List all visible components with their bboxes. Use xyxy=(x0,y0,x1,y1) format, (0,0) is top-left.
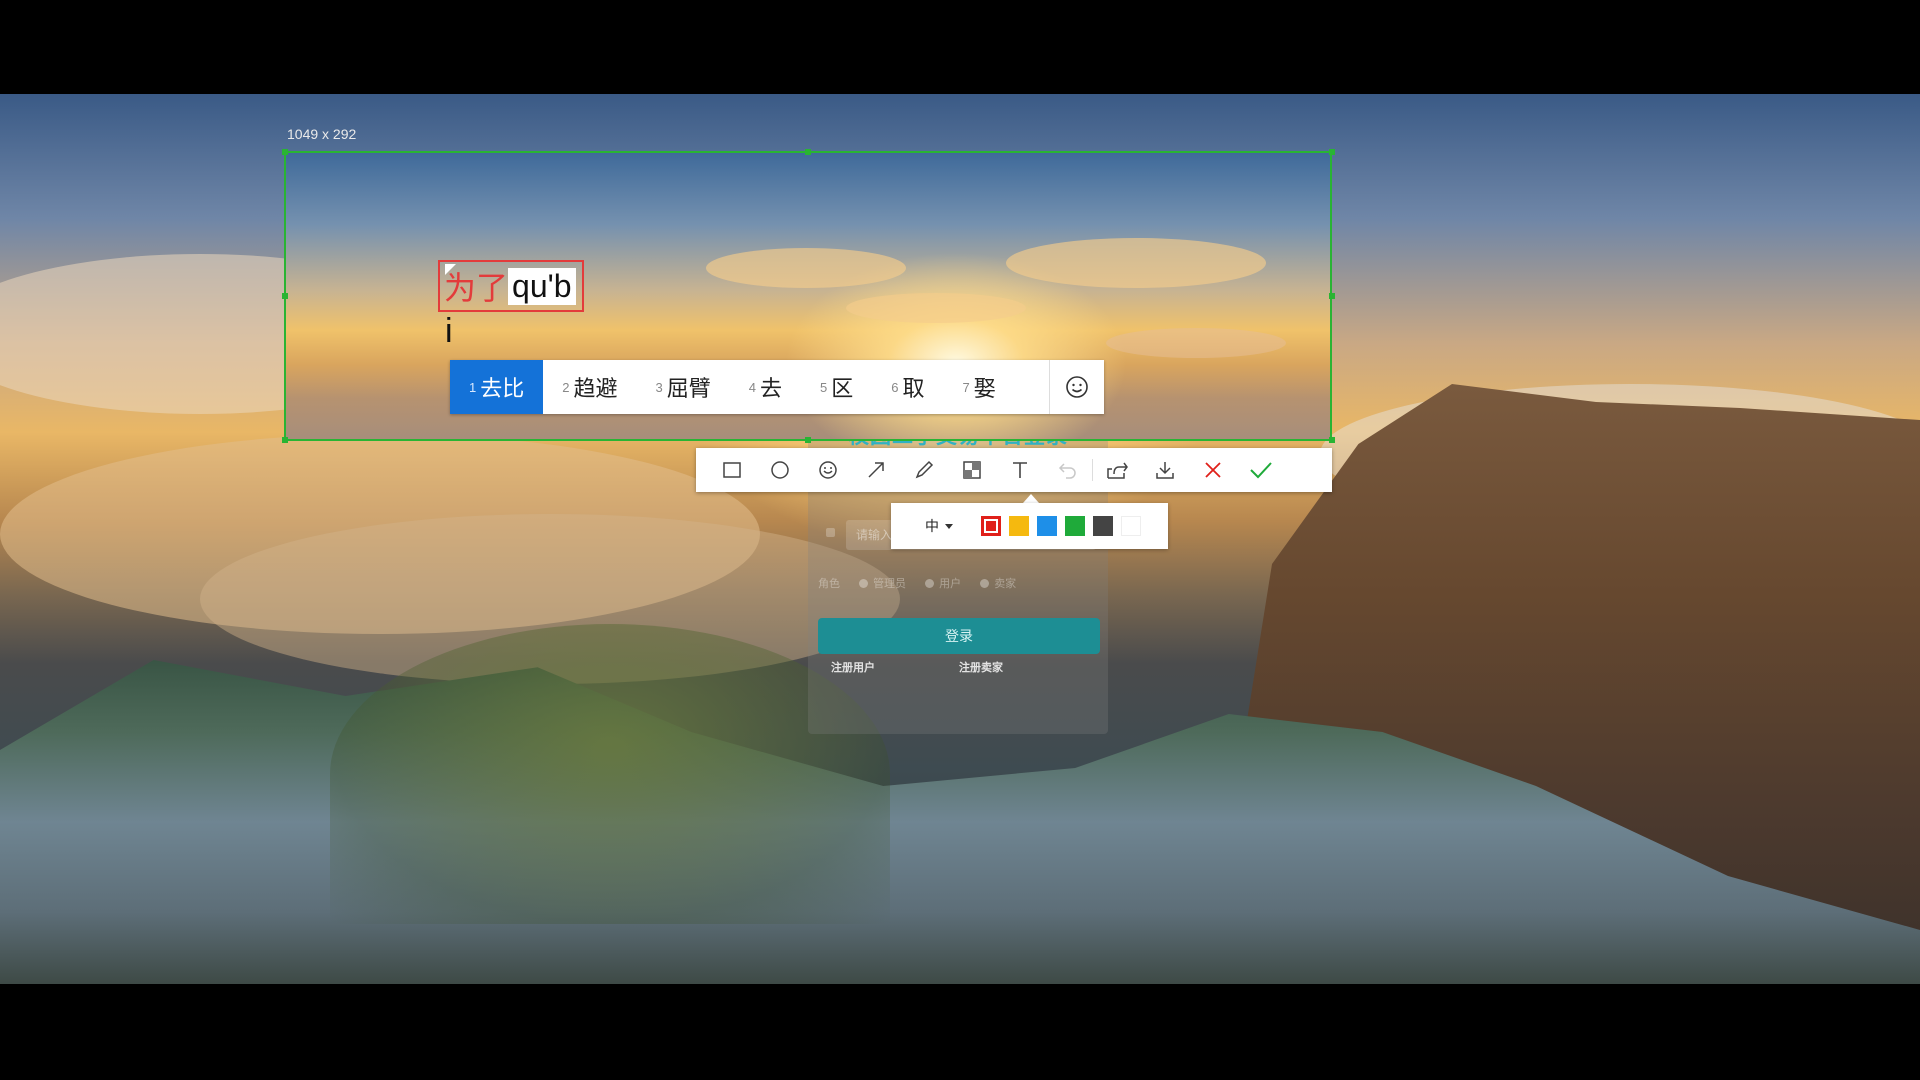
pen-icon xyxy=(915,460,934,479)
login-button[interactable]: 登录 xyxy=(818,618,1100,654)
cancel-button[interactable] xyxy=(1189,448,1237,492)
color-swatches xyxy=(981,516,1141,536)
font-size-value: 中 xyxy=(925,519,939,535)
download-button[interactable] xyxy=(1141,448,1189,492)
ime-candidate-6[interactable]: 6取 xyxy=(872,360,943,414)
resize-handle-w[interactable] xyxy=(282,293,288,299)
text-options-panel: 中 xyxy=(891,503,1168,549)
smiley-icon xyxy=(1066,376,1088,398)
mouse-cursor-icon xyxy=(445,264,456,275)
close-icon xyxy=(1205,462,1221,478)
resize-handle-nw[interactable] xyxy=(282,149,288,155)
options-pointer xyxy=(1023,494,1039,503)
ime-candidate-4[interactable]: 4去 xyxy=(730,360,801,414)
role-option-user[interactable]: 用户 xyxy=(939,578,961,590)
ime-emoji-button[interactable] xyxy=(1049,360,1104,414)
resize-handle-n[interactable] xyxy=(805,149,811,155)
arrow-icon xyxy=(868,462,884,478)
confirm-button[interactable] xyxy=(1237,448,1285,492)
radio-icon[interactable] xyxy=(980,579,990,588)
lock-icon xyxy=(826,528,835,537)
pen-tool[interactable] xyxy=(900,448,948,492)
radio-icon[interactable] xyxy=(859,579,869,588)
role-label: 角色 xyxy=(818,578,840,590)
smiley-icon xyxy=(819,461,837,479)
role-option-seller[interactable]: 卖家 xyxy=(994,578,1016,590)
register-user-link[interactable]: 注册用户 xyxy=(831,659,875,675)
sticker-tool[interactable] xyxy=(804,448,852,492)
text-annotation-box[interactable]: 为了 qu'b xyxy=(438,260,584,312)
ellipse-tool[interactable] xyxy=(756,448,804,492)
arrow-tool[interactable] xyxy=(852,448,900,492)
ime-candidate-2[interactable]: 2 趋避 xyxy=(543,360,636,414)
share-icon xyxy=(1107,462,1128,479)
register-seller-link[interactable]: 注册卖家 xyxy=(959,659,1003,675)
chevron-down-icon xyxy=(945,523,953,529)
ime-candidate-3[interactable]: 3 屈臂 xyxy=(637,360,730,414)
color-swatch-yellow[interactable] xyxy=(1009,516,1029,536)
ime-candidate-5[interactable]: 5区 xyxy=(801,360,872,414)
font-size-select[interactable]: 中 xyxy=(925,516,953,536)
check-icon xyxy=(1250,462,1272,479)
annotation-toolbar xyxy=(696,448,1332,492)
cloud xyxy=(846,293,1026,323)
share-button[interactable] xyxy=(1093,448,1141,492)
cloud xyxy=(706,248,906,288)
mosaic-tool[interactable] xyxy=(948,448,996,492)
download-icon xyxy=(1156,462,1174,479)
resize-handle-sw[interactable] xyxy=(282,437,288,443)
text-tool[interactable] xyxy=(996,448,1044,492)
rectangle-icon xyxy=(723,462,741,478)
rectangle-tool[interactable] xyxy=(708,448,756,492)
resize-handle-e[interactable] xyxy=(1329,293,1335,299)
role-row: 角色 管理员 用户 卖家 xyxy=(818,575,1016,591)
ime-candidate-bar: 1 去比 2 趋避 3 屈臂 4去 5区 6取 7娶 xyxy=(450,360,1104,414)
ime-candidate-7[interactable]: 7娶 xyxy=(944,360,1015,414)
cloud xyxy=(1006,238,1266,288)
color-swatch-white[interactable] xyxy=(1121,516,1141,536)
resize-handle-ne[interactable] xyxy=(1329,149,1335,155)
pinyin-composition: qu'b xyxy=(508,267,576,305)
resize-handle-se[interactable] xyxy=(1329,437,1335,443)
circle-icon xyxy=(771,461,789,479)
text-caret: i xyxy=(445,312,453,350)
grass-patch xyxy=(330,624,890,924)
role-option-admin[interactable]: 管理员 xyxy=(873,578,906,590)
undo-button[interactable] xyxy=(1044,448,1092,492)
color-swatch-blue[interactable] xyxy=(1037,516,1057,536)
mosaic-icon xyxy=(963,461,981,479)
ime-candidate-1[interactable]: 1 去比 xyxy=(450,360,544,414)
color-swatch-red[interactable] xyxy=(981,516,1001,536)
selection-size-label: 1049 x 292 xyxy=(287,126,357,142)
color-swatch-green[interactable] xyxy=(1065,516,1085,536)
undo-icon xyxy=(1058,463,1076,479)
radio-icon[interactable] xyxy=(925,579,935,588)
cloud xyxy=(1106,328,1286,358)
color-swatch-gray[interactable] xyxy=(1093,516,1113,536)
resize-handle-s[interactable] xyxy=(805,437,811,443)
text-icon xyxy=(1013,462,1027,478)
